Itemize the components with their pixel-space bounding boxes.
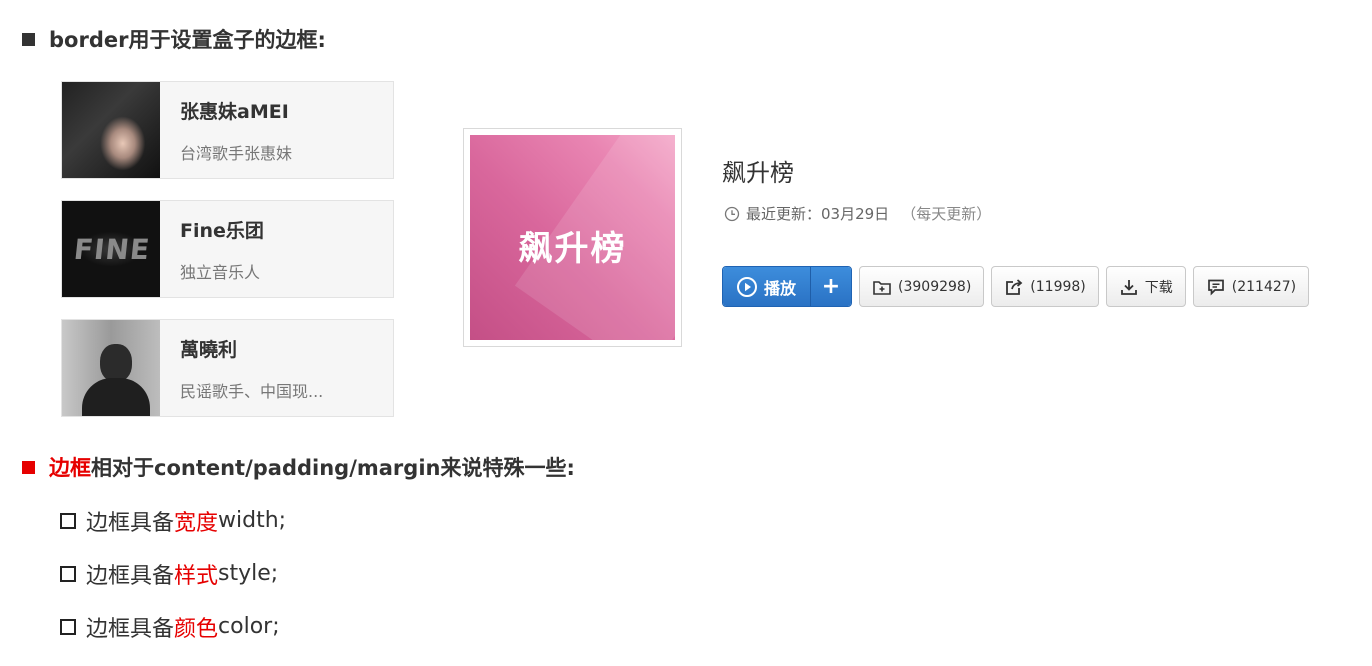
update-date: 最近更新：03月29日 [746,205,890,223]
collect-button[interactable]: (3909298) [859,266,985,307]
heading-text: 相对于content/padding/margin来说特殊一些: [91,456,575,480]
artist-name[interactable]: 萬曉利 [180,338,323,362]
bullet-square-icon [22,460,35,474]
artist-card-list: 张惠妹aMEI 台湾歌手张惠妹 FINE Fine乐团 独立音乐人 萬曉利 民谣… [61,81,394,438]
update-frequency: （每天更新） [901,205,992,223]
collect-count: (3909298) [898,278,972,295]
artist-description: 民谣歌手、中国现... [180,382,324,401]
section-heading-border: border用于设置盒子的边框: [22,24,326,54]
play-button[interactable]: 播放 [723,267,811,306]
clock-icon [724,206,740,221]
list-item: 边框具备 颜色 color; [60,611,286,642]
comment-count: (211427) [1231,278,1297,295]
comment-button[interactable]: (211427) [1192,266,1310,307]
download-label: 下载 [1144,279,1173,296]
playlist-title: 飙升榜 [722,159,794,187]
update-info: 最近更新：03月29日 （每天更新） [724,203,991,224]
share-count: (11998) [1030,278,1086,295]
share-icon [1006,278,1023,295]
artist-photo[interactable]: FINE [62,201,160,297]
item-prefix: 边框具备 [86,563,175,589]
portrait-body [82,378,150,416]
hollow-square-bullet-icon [60,618,76,635]
artist-name[interactable]: 张惠妹aMEI [180,100,292,124]
add-to-queue-button[interactable]: + [810,267,852,306]
artist-description: 独立音乐人 [180,263,261,282]
item-highlight: 颜色 [174,616,219,642]
item-suffix: color; [218,614,280,639]
folder-add-icon [873,280,891,295]
play-circle-icon [737,276,757,297]
playlist-cover[interactable]: 飙升榜 [463,128,682,347]
portrait-head [100,344,132,382]
cover-title: 飙升榜 [518,229,627,269]
download-button[interactable]: 下载 [1105,266,1186,307]
comment-icon [1207,279,1224,296]
cover-image: 飙升榜 [470,135,675,340]
section-heading-border-special: 边框 相对于content/padding/margin来说特殊一些: [22,452,575,482]
artist-card[interactable]: 萬曉利 民谣歌手、中国现... [61,319,394,417]
item-prefix: 边框具备 [86,510,175,536]
artist-photo[interactable] [62,320,160,416]
action-toolbar: 播放 + (3909298) (11998) 下载 (211427) [722,266,1310,307]
item-highlight: 宽度 [174,510,219,536]
artist-photo[interactable] [62,82,160,178]
item-suffix: style; [218,561,279,586]
item-prefix: 边框具备 [86,616,175,642]
hollow-square-bullet-icon [60,565,76,582]
list-item: 边框具备 宽度 width; [60,505,286,536]
play-button-group: 播放 + [722,266,853,307]
item-suffix: width; [218,508,287,533]
heading-highlight: 边框 [49,456,91,480]
download-icon [1120,279,1137,295]
artist-photo-text: FINE [72,233,152,266]
hollow-square-bullet-icon [60,512,76,529]
item-highlight: 样式 [174,563,219,589]
list-item: 边框具备 样式 style; [60,558,286,589]
artist-description: 台湾歌手张惠妹 [180,144,293,163]
artist-card[interactable]: FINE Fine乐团 独立音乐人 [61,200,394,298]
artist-card[interactable]: 张惠妹aMEI 台湾歌手张惠妹 [61,81,394,179]
heading-text: border用于设置盒子的边框: [49,28,326,52]
artist-name[interactable]: Fine乐团 [180,219,264,243]
play-label: 播放 [764,278,797,298]
bullet-square-icon [22,32,35,46]
border-properties-list: 边框具备 宽度 width; 边框具备 样式 style; 边框具备 颜色 color; [60,505,286,664]
share-button[interactable]: (11998) [991,266,1099,307]
